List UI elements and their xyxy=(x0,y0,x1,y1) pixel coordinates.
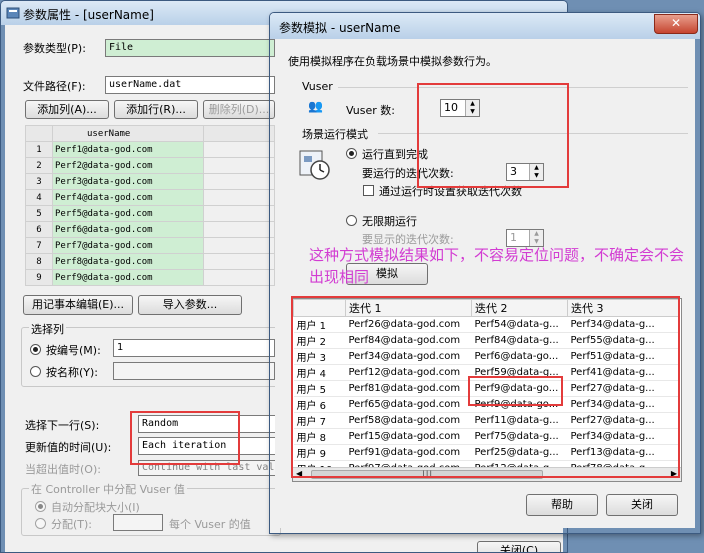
add-row-button[interactable]: 添加行(R)... xyxy=(114,100,198,119)
help-button[interactable]: 帮助 xyxy=(526,494,598,516)
table-row[interactable]: 5 Perf5@data-god.com xyxy=(25,205,275,222)
row-value[interactable]: Perf1@data-god.com xyxy=(52,141,204,158)
table-row[interactable]: 8 Perf8@data-god.com xyxy=(25,253,275,270)
app-icon xyxy=(6,7,20,19)
vuser-count-label: Vuser 数: xyxy=(346,104,395,117)
run-indefinitely-label: 无限期运行 xyxy=(362,215,417,228)
column-header-username[interactable]: userName xyxy=(52,125,204,142)
table-row[interactable]: 6 Perf6@data-god.com xyxy=(25,221,275,238)
highlight-box-duplicate-values xyxy=(468,376,563,406)
by-name-label: 按名称(Y): xyxy=(46,366,99,379)
param-type-label: 参数类型(P): xyxy=(23,42,86,55)
param-data-grid[interactable]: userName 1 Perf1@data-god.com 2 Perf2@data… xyxy=(25,125,275,286)
row-value[interactable]: Perf3@data-god.com xyxy=(52,173,204,190)
by-name-input[interactable] xyxy=(113,362,275,380)
row-number: 7 xyxy=(25,237,53,254)
highlight-box-vuser-settings xyxy=(417,83,569,188)
param-type-select[interactable]: File xyxy=(105,39,275,57)
table-row[interactable]: 4 Perf4@data-god.com xyxy=(25,189,275,206)
row-value[interactable]: Perf4@data-god.com xyxy=(52,189,204,206)
close-icon[interactable]: ✕ xyxy=(654,14,698,34)
row-value[interactable]: Perf7@data-god.com xyxy=(52,237,204,254)
table-row[interactable]: 3 Perf3@data-god.com xyxy=(25,173,275,190)
import-params-button[interactable]: 导入参数... xyxy=(138,295,242,315)
scenario-clock-icon xyxy=(299,150,330,180)
row-value[interactable]: Perf2@data-god.com xyxy=(52,157,204,174)
allocate-label: 分配(T): xyxy=(51,518,93,531)
runtime-settings-checkbox[interactable] xyxy=(363,185,374,196)
allocate-input[interactable] xyxy=(113,514,163,531)
file-path-label: 文件路径(F): xyxy=(23,80,86,93)
auto-allocate-radio[interactable] xyxy=(35,501,46,512)
table-row[interactable]: 7 Perf7@data-god.com xyxy=(25,237,275,254)
display-iterations-value: 1 xyxy=(510,231,517,244)
param-close-button[interactable]: 关闭(C) xyxy=(477,541,561,552)
allocate-radio[interactable] xyxy=(35,518,46,529)
row-number: 1 xyxy=(25,141,53,158)
notepad-edit-button[interactable]: 用记事本编辑(E)... xyxy=(23,295,133,315)
sim-close-button[interactable]: 关闭 xyxy=(606,494,678,516)
row-value[interactable]: Perf9@data-god.com xyxy=(52,269,204,286)
row-number: 3 xyxy=(25,173,53,190)
highlight-box-row-settings xyxy=(130,411,240,465)
row-number: 4 xyxy=(25,189,53,206)
grid-corner xyxy=(25,125,53,142)
table-row[interactable]: 9 Perf9@data-god.com xyxy=(25,269,275,286)
by-number-radio[interactable] xyxy=(30,344,41,355)
row-number: 5 xyxy=(25,205,53,222)
row-value[interactable]: Perf8@data-god.com xyxy=(52,253,204,270)
file-path-input[interactable]: userName.dat xyxy=(105,76,275,94)
row-number: 8 xyxy=(25,253,53,270)
run-until-complete-radio[interactable] xyxy=(346,148,357,159)
grid-empty-header xyxy=(203,125,275,142)
select-next-row-label: 选择下一行(S): xyxy=(25,419,100,432)
update-value-label: 更新值的时间(U): xyxy=(25,441,112,454)
by-number-input[interactable]: 1 xyxy=(113,339,275,357)
row-number: 2 xyxy=(25,157,53,174)
add-column-button[interactable]: 添加列(A)... xyxy=(25,100,109,119)
row-value[interactable]: Perf5@data-god.com xyxy=(52,205,204,222)
vuser-group-title: Vuser xyxy=(302,80,333,93)
sim-description: 使用模拟程序在负载场景中模拟参数行为。 xyxy=(288,55,497,68)
by-number-label: 按编号(M): xyxy=(46,344,101,357)
auto-allocate-label: 自动分配块大小(I) xyxy=(51,501,140,514)
row-number: 6 xyxy=(25,221,53,238)
select-column-title: 选择列 xyxy=(29,321,66,337)
row-value[interactable]: Perf6@data-god.com xyxy=(52,221,204,238)
people-icon: 👥 xyxy=(308,99,323,113)
table-row[interactable]: 1 Perf1@data-god.com xyxy=(25,141,275,158)
controller-group-title: 在 Controller 中分配 Vuser 值 xyxy=(29,481,187,497)
by-name-radio[interactable] xyxy=(30,366,41,377)
run-mode-group-title: 场景运行模式 xyxy=(302,128,368,141)
out-of-values-label: 当超出值时(O): xyxy=(25,463,101,476)
per-vuser-label: 每个 Vuser 的值 xyxy=(169,518,251,531)
annotation-text: 这种方式模拟结果如下，不容易定位问题，不确定会不会出现相同 xyxy=(309,246,685,286)
run-indefinitely-radio[interactable] xyxy=(346,215,357,226)
param-window-title: 参数属性 - [userName] xyxy=(23,8,154,22)
table-row[interactable]: 2 Perf2@data-god.com xyxy=(25,157,275,174)
sim-dialog-title: 参数模拟 - userName xyxy=(279,21,401,35)
delete-column-button[interactable]: 删除列(D)... xyxy=(203,100,275,119)
row-number: 9 xyxy=(25,269,53,286)
sim-dialog-titlebar: 参数模拟 - userName ✕ xyxy=(270,13,700,39)
